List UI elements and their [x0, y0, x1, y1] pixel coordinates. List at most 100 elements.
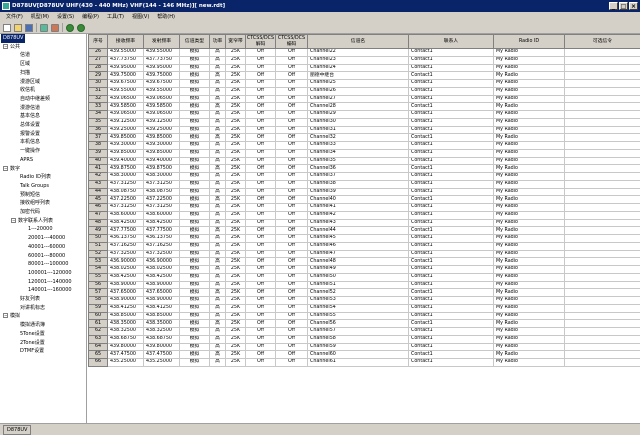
row-number-cell[interactable]: 35: [89, 118, 108, 126]
table-cell[interactable]: Contact1: [409, 320, 494, 328]
table-cell[interactable]: 25K: [226, 142, 246, 150]
table-cell[interactable]: Off: [246, 87, 276, 95]
row-number-cell[interactable]: 61: [89, 320, 108, 328]
table-cell[interactable]: Channel60: [308, 351, 409, 359]
table-cell[interactable]: 438.90000: [144, 297, 180, 305]
table-cell[interactable]: 439.06500: [144, 95, 180, 103]
tree-item[interactable]: 接收组呼列表: [20, 199, 50, 208]
table-cell[interactable]: My Radio: [494, 312, 565, 320]
table-cell[interactable]: Contact1: [409, 165, 494, 173]
row-number-cell[interactable]: 49: [89, 227, 108, 235]
table-row[interactable]: 42438.30000438.30000模拟高25KOffOffChannel3…: [89, 173, 640, 181]
table-cell[interactable]: 25K: [226, 250, 246, 258]
table-cell[interactable]: My Radio: [494, 304, 565, 312]
table-cell[interactable]: 439.85000: [144, 134, 180, 142]
table-row[interactable]: 56438.90000438.90000模拟高25KOffOffChannel5…: [89, 281, 640, 289]
table-cell[interactable]: 25K: [226, 149, 246, 157]
table-cell[interactable]: Channel43: [308, 219, 409, 227]
table-cell[interactable]: [565, 335, 640, 343]
table-cell[interactable]: Channel52: [308, 289, 409, 297]
table-cell[interactable]: Off: [246, 219, 276, 227]
tree-group-digital[interactable]: −数字: [3, 165, 20, 174]
table-cell[interactable]: [565, 111, 640, 119]
table-cell[interactable]: My Radio: [494, 188, 565, 196]
table-cell[interactable]: My Radio: [494, 64, 565, 72]
menu-file[interactable]: 文件(F): [2, 12, 27, 22]
table-cell[interactable]: 438.08750: [144, 188, 180, 196]
table-cell[interactable]: [565, 95, 640, 103]
table-cell[interactable]: 模拟: [180, 126, 210, 134]
table-cell[interactable]: My Radio: [494, 204, 565, 212]
table-cell[interactable]: 高: [210, 165, 226, 173]
collapse-toggle-icon[interactable]: −: [3, 166, 8, 171]
tree-item[interactable]: 80001---100000: [28, 260, 68, 269]
row-number-cell[interactable]: 46: [89, 204, 108, 212]
table-cell[interactable]: 439.30000: [108, 142, 144, 150]
table-row[interactable]: 48438.42500438.42500模拟高25KOffOffChannel4…: [89, 219, 640, 227]
table-cell[interactable]: Contact1: [409, 335, 494, 343]
table-cell[interactable]: Contact1: [409, 157, 494, 165]
table-cell[interactable]: 438.32500: [108, 328, 144, 336]
tree-item[interactable]: 对讲机标志: [20, 304, 45, 313]
table-cell[interactable]: 25K: [226, 297, 246, 305]
table-cell[interactable]: Channel25: [308, 80, 409, 88]
table-cell[interactable]: Off: [276, 297, 308, 305]
table-cell[interactable]: 439.87500: [144, 165, 180, 173]
table-row[interactable]: 59438.41250438.41250模拟高25KOffOffChannel5…: [89, 304, 640, 312]
table-cell[interactable]: 模拟: [180, 157, 210, 165]
table-cell[interactable]: Contact1: [409, 328, 494, 336]
table-cell[interactable]: 439.55000: [144, 49, 180, 57]
table-cell[interactable]: [565, 165, 640, 173]
table-cell[interactable]: Channel22: [308, 49, 409, 57]
table-cell[interactable]: My Radio: [494, 87, 565, 95]
table-cell[interactable]: [565, 196, 640, 204]
table-cell[interactable]: Off: [246, 227, 276, 235]
table-cell[interactable]: 25K: [226, 211, 246, 219]
table-cell[interactable]: Off: [276, 351, 308, 359]
table-cell[interactable]: 438.02500: [144, 266, 180, 274]
row-number-cell[interactable]: 55: [89, 273, 108, 281]
row-number-cell[interactable]: 42: [89, 173, 108, 181]
table-cell[interactable]: Contact1: [409, 173, 494, 181]
table-cell[interactable]: Channel40: [308, 196, 409, 204]
table-cell[interactable]: 模拟: [180, 250, 210, 258]
table-cell[interactable]: Contact1: [409, 312, 494, 320]
table-cell[interactable]: 模拟: [180, 343, 210, 351]
table-row[interactable]: 27437.73750437.73750模拟高25KOffOffChannel2…: [89, 56, 640, 64]
table-cell[interactable]: Contact1: [409, 180, 494, 188]
table-cell[interactable]: [565, 242, 640, 250]
table-cell[interactable]: 25K: [226, 87, 246, 95]
table-cell[interactable]: Contact1: [409, 343, 494, 351]
table-cell[interactable]: 高: [210, 188, 226, 196]
table-cell[interactable]: 高: [210, 211, 226, 219]
row-number-cell[interactable]: 60: [89, 312, 108, 320]
table-cell[interactable]: 25K: [226, 266, 246, 274]
table-cell[interactable]: 模拟: [180, 95, 210, 103]
table-row[interactable]: 62438.32500438.32500模拟高25KOffOffChannel5…: [89, 328, 640, 336]
table-cell[interactable]: Contact1: [409, 250, 494, 258]
table-cell[interactable]: 25K: [226, 304, 246, 312]
table-cell[interactable]: Contact1: [409, 142, 494, 150]
table-cell[interactable]: Channel24: [308, 64, 409, 72]
table-cell[interactable]: Contact1: [409, 118, 494, 126]
tree-item[interactable]: 漫游区域: [20, 78, 40, 87]
table-cell[interactable]: Off: [246, 111, 276, 119]
table-cell[interactable]: Off: [276, 211, 308, 219]
table-cell[interactable]: 438.02500: [108, 266, 144, 274]
table-cell[interactable]: Channel49: [308, 266, 409, 274]
table-cell[interactable]: [565, 173, 640, 181]
table-row[interactable]: 38439.30000439.30000模拟高25KOffOffChannel3…: [89, 142, 640, 150]
table-cell[interactable]: Off: [246, 180, 276, 188]
table-cell[interactable]: Off: [246, 351, 276, 359]
table-cell[interactable]: 437.22500: [144, 196, 180, 204]
table-cell[interactable]: Off: [276, 235, 308, 243]
table-cell[interactable]: Off: [246, 72, 276, 80]
table-cell[interactable]: 高: [210, 134, 226, 142]
table-cell[interactable]: 439.25000: [108, 126, 144, 134]
table-cell[interactable]: [565, 351, 640, 359]
table-cell[interactable]: 模拟: [180, 180, 210, 188]
table-cell[interactable]: 模拟: [180, 281, 210, 289]
table-cell[interactable]: 438.60000: [144, 211, 180, 219]
table-cell[interactable]: Channel48: [308, 258, 409, 266]
table-cell[interactable]: 437.47500: [108, 351, 144, 359]
